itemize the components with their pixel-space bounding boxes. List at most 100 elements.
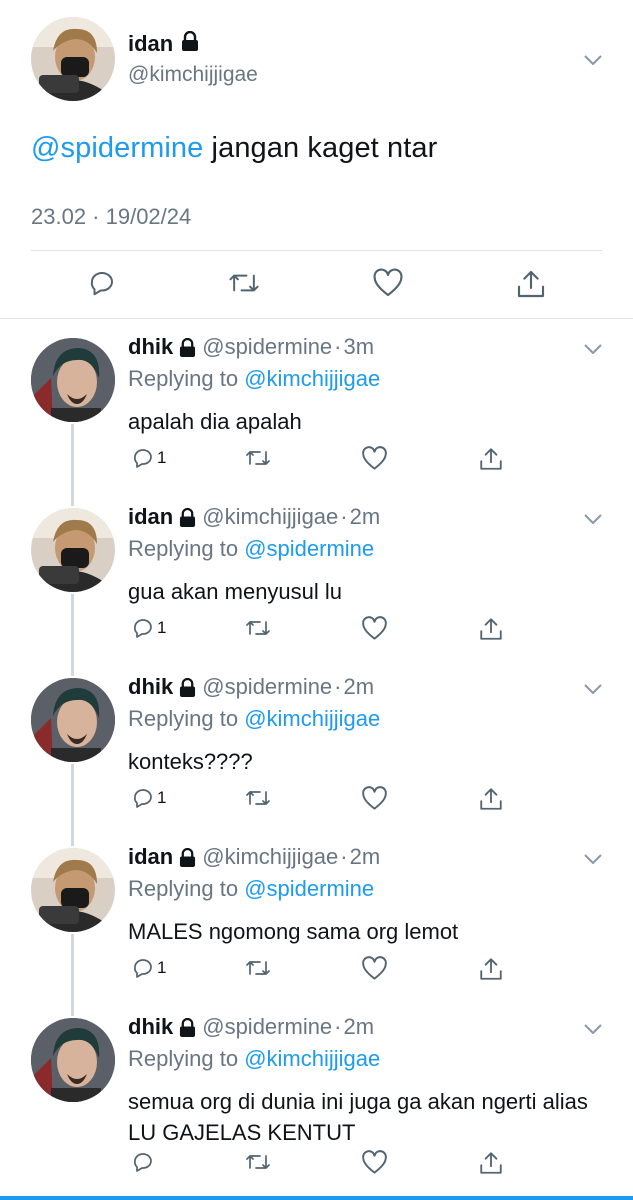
tweet-text: MALES ngomong sama org lemot bbox=[128, 919, 459, 944]
lock-icon bbox=[179, 1017, 196, 1037]
reply-count: 1 bbox=[157, 618, 167, 637]
mention-link[interactable]: @kimchijjigae bbox=[244, 706, 380, 731]
chevron-down-icon[interactable] bbox=[584, 854, 602, 864]
like-icon bbox=[361, 1150, 388, 1175]
share-button[interactable] bbox=[478, 1150, 504, 1176]
mention-link[interactable]: @kimchijjigae bbox=[244, 366, 380, 391]
reply-time[interactable]: 2m bbox=[344, 1014, 375, 1040]
retweet-button[interactable] bbox=[244, 786, 272, 810]
reply-count: 1 bbox=[157, 958, 167, 977]
reply-button[interactable]: 1 bbox=[131, 446, 166, 470]
like-button[interactable] bbox=[361, 446, 388, 471]
retweet-button[interactable] bbox=[244, 956, 272, 980]
author-handle[interactable]: @kimchijjigae bbox=[202, 844, 338, 870]
retweet-button[interactable] bbox=[244, 1150, 272, 1174]
mention-link[interactable]: @spidermine bbox=[31, 132, 203, 164]
author-handle[interactable]: @spidermine bbox=[202, 1014, 332, 1040]
reply-button[interactable]: 1 bbox=[131, 956, 166, 980]
reply-tweet[interactable]: idan @kimchijjigae · 2m Replying to @spi… bbox=[0, 490, 633, 660]
reply-count: 1 bbox=[157, 788, 167, 807]
tweet-text: semua org di dunia ini juga ga akan nger… bbox=[128, 1089, 588, 1145]
author-handle[interactable]: @kimchijjigae bbox=[128, 63, 258, 87]
author-name[interactable]: dhik bbox=[128, 674, 173, 700]
lock-icon bbox=[179, 677, 196, 697]
chevron-down-icon[interactable] bbox=[584, 344, 602, 354]
reply-header: idan @kimchijjigae · 2m bbox=[128, 844, 380, 870]
retweet-icon bbox=[244, 956, 272, 980]
share-icon bbox=[478, 446, 504, 472]
avatar[interactable] bbox=[31, 678, 115, 762]
reply-button[interactable] bbox=[131, 1150, 157, 1174]
chevron-down-icon[interactable] bbox=[584, 1024, 602, 1034]
tweet-actions: 1 bbox=[0, 786, 633, 816]
like-button[interactable] bbox=[361, 786, 388, 811]
share-button[interactable] bbox=[515, 268, 547, 300]
retweet-icon bbox=[244, 786, 272, 810]
reply-header: idan @kimchijjigae · 2m bbox=[128, 504, 380, 530]
avatar[interactable] bbox=[31, 508, 115, 592]
author-name[interactable]: idan bbox=[128, 844, 173, 870]
share-icon bbox=[478, 616, 504, 642]
like-button[interactable] bbox=[361, 956, 388, 981]
author-handle[interactable]: @spidermine bbox=[202, 674, 332, 700]
mention-link[interactable]: @spidermine bbox=[244, 536, 374, 561]
reply-icon bbox=[90, 272, 113, 296]
tweet-text: konteks???? bbox=[128, 749, 253, 774]
chevron-down-icon[interactable] bbox=[584, 55, 602, 65]
tweet-text: @spidermine jangan kaget ntar bbox=[31, 132, 438, 164]
reply-button[interactable]: 1 bbox=[131, 786, 166, 810]
reply-button[interactable] bbox=[87, 268, 117, 298]
like-button[interactable] bbox=[361, 616, 388, 641]
author-handle[interactable]: @spidermine bbox=[202, 334, 332, 360]
retweet-button[interactable] bbox=[228, 268, 260, 298]
reply-time[interactable]: 3m bbox=[344, 334, 375, 360]
lock-icon bbox=[179, 337, 196, 357]
retweet-button[interactable] bbox=[244, 616, 272, 640]
reply-tweet[interactable]: dhik @spidermine · 2m Replying to @kimch… bbox=[0, 660, 633, 830]
avatar[interactable] bbox=[31, 338, 115, 422]
mention-link[interactable]: @spidermine bbox=[244, 876, 374, 901]
main-tweet: idan @kimchijjigae @spidermine jangan ka… bbox=[0, 0, 633, 320]
retweet-button[interactable] bbox=[244, 446, 272, 470]
timestamp[interactable]: 23.02 · 19/02/24 bbox=[31, 204, 191, 230]
reply-time[interactable]: 2m bbox=[350, 504, 381, 530]
reply-tweet[interactable]: idan @kimchijjigae · 2m Replying to @spi… bbox=[0, 830, 633, 1000]
author-name[interactable]: dhik bbox=[128, 334, 173, 360]
share-button[interactable] bbox=[478, 956, 504, 982]
avatar[interactable] bbox=[31, 17, 115, 101]
separator bbox=[0, 318, 633, 319]
share-button[interactable] bbox=[478, 446, 504, 472]
lock-icon bbox=[179, 507, 196, 527]
avatar[interactable] bbox=[31, 1018, 115, 1102]
retweet-icon bbox=[244, 616, 272, 640]
avatar[interactable] bbox=[31, 848, 115, 932]
share-icon bbox=[517, 270, 545, 298]
reply-header: dhik @spidermine · 2m bbox=[128, 674, 374, 700]
like-icon bbox=[361, 956, 388, 981]
share-button[interactable] bbox=[478, 786, 504, 812]
replying-to: Replying to @kimchijjigae bbox=[128, 366, 381, 391]
author-name[interactable]: dhik bbox=[128, 1014, 173, 1040]
reply-count: 1 bbox=[157, 448, 167, 467]
chevron-down-icon[interactable] bbox=[584, 514, 602, 524]
reply-icon bbox=[131, 616, 155, 640]
reply-icon bbox=[131, 786, 155, 810]
replying-to: Replying to @kimchijjigae bbox=[128, 1046, 381, 1071]
author-name[interactable]: idan bbox=[128, 30, 199, 57]
mention-link[interactable]: @kimchijjigae bbox=[244, 1046, 380, 1071]
reply-time[interactable]: 2m bbox=[350, 844, 381, 870]
like-icon bbox=[361, 786, 388, 811]
reply-button[interactable]: 1 bbox=[131, 616, 166, 640]
reply-time[interactable]: 2m bbox=[344, 674, 375, 700]
reply-tweet[interactable]: dhik @spidermine · 2m Replying to @kimch… bbox=[0, 1000, 633, 1174]
bottom-border bbox=[0, 1196, 633, 1200]
tweet-text: gua akan menyusul lu bbox=[128, 579, 343, 604]
share-button[interactable] bbox=[478, 616, 504, 642]
chevron-down-icon[interactable] bbox=[584, 684, 602, 694]
like-button[interactable] bbox=[361, 1150, 388, 1175]
reply-tweet[interactable]: dhik @spidermine · 3m Replying to @kimch… bbox=[0, 320, 633, 490]
dot-separator: · bbox=[340, 844, 348, 869]
author-handle[interactable]: @kimchijjigae bbox=[202, 504, 338, 530]
author-name[interactable]: idan bbox=[128, 504, 173, 530]
like-button[interactable] bbox=[372, 268, 404, 298]
